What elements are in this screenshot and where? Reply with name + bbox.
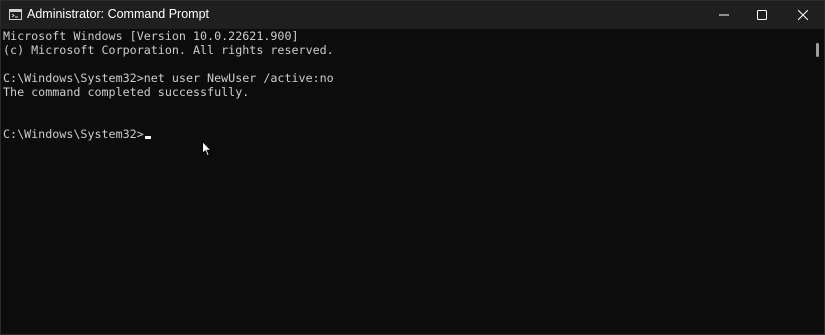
text-cursor [144, 136, 151, 139]
window-title: Administrator: Command Prompt [27, 7, 210, 21]
console-prompt-line[interactable]: C:\Windows\System32> [3, 127, 151, 141]
minimize-button[interactable] [706, 1, 742, 29]
console-line-command: C:\Windows\System32>net user NewUser /ac… [3, 71, 334, 85]
console-prompt: C:\Windows\System32> [3, 127, 144, 141]
command-prompt-window: Administrator: Command Prompt Microsoft … [0, 0, 825, 335]
scroll-up-arrow-icon [815, 35, 821, 38]
console-output[interactable]: Microsoft Windows [Version 10.0.22621.90… [1, 29, 809, 334]
close-icon [798, 10, 808, 20]
title-bar[interactable]: Administrator: Command Prompt [1, 1, 824, 29]
minimize-icon [719, 14, 729, 16]
close-button[interactable] [785, 1, 821, 29]
scrollbar-thumb[interactable] [816, 43, 819, 57]
command-prompt-icon [9, 9, 22, 20]
maximize-button[interactable] [744, 1, 780, 29]
scrollbar[interactable] [812, 29, 824, 334]
console-line-result: The command completed successfully. [3, 85, 250, 99]
mouse-pointer-icon [202, 141, 212, 157]
console-line-copyright: (c) Microsoft Corporation. All rights re… [3, 43, 334, 57]
console-line-version: Microsoft Windows [Version 10.0.22621.90… [3, 29, 299, 43]
maximize-icon [757, 10, 767, 20]
